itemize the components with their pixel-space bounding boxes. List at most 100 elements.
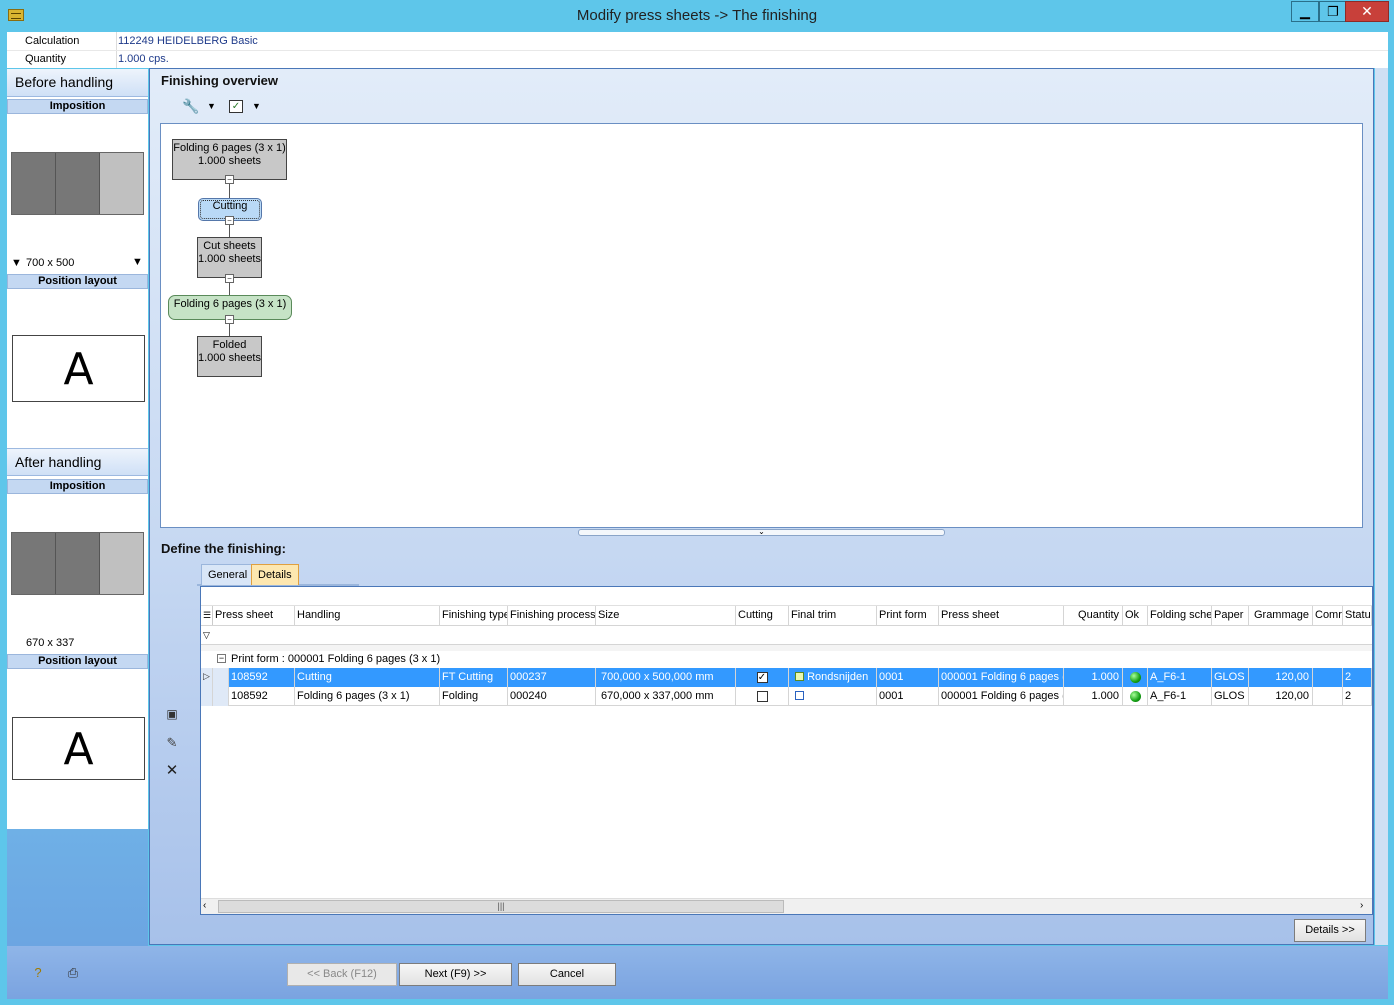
cell-handling[interactable]: Cutting <box>295 668 440 687</box>
col-header-cutting[interactable]: Cutting <box>736 606 789 625</box>
print-icon[interactable]: ⎙ <box>64 966 82 980</box>
chevron-down-icon[interactable]: ▼ <box>11 257 22 269</box>
cell-finishing-process[interactable]: 000237 <box>508 668 596 687</box>
col-header-grammage[interactable]: Grammage <box>1249 606 1313 625</box>
column-chooser-icon[interactable]: ☰ <box>201 606 213 625</box>
help-icon[interactable]: ? <box>30 966 46 980</box>
cell-finishing-type[interactable]: Folding <box>440 687 508 706</box>
filter-icon[interactable]: ▽ <box>203 630 210 641</box>
collapse-icon[interactable]: − <box>225 274 234 283</box>
divider <box>7 50 1388 51</box>
col-header-folding-scheme[interactable]: Folding scheme <box>1148 606 1212 625</box>
chevron-down-icon[interactable]: ▼ <box>207 101 216 111</box>
details-button[interactable]: Details >> <box>1294 919 1366 942</box>
col-header-comr[interactable]: Comr <box>1313 606 1343 625</box>
cell-cutting[interactable] <box>736 687 789 706</box>
calculation-label: Calculation <box>25 35 80 47</box>
horizontal-scrollbar[interactable]: ‹ ||| › <box>201 898 1372 914</box>
cell-size[interactable]: 670,000 x 337,000 mm <box>596 687 736 706</box>
cutting-checkbox[interactable]: ✓ <box>756 671 768 683</box>
chevron-down-icon[interactable]: ▼ <box>252 101 261 111</box>
col-header-ok[interactable]: Ok <box>1123 606 1148 625</box>
col-header-paper[interactable]: Paper <box>1212 606 1249 625</box>
diagram-node-input[interactable]: Folding 6 pages (3 x 1) 1.000 sheets <box>172 139 287 180</box>
cell-ok[interactable] <box>1123 668 1148 687</box>
cell-press-sheet[interactable]: 108592 <box>229 668 295 687</box>
status-ok-icon <box>1129 671 1141 683</box>
col-header-press-sheet-2[interactable]: Press sheet <box>939 606 1064 625</box>
row-indent <box>213 687 229 706</box>
cell-press-sheet-2[interactable]: 000001 Folding 6 pages (3 x 1) <box>939 668 1064 687</box>
back-button[interactable]: << Back (F12) <box>287 963 397 986</box>
next-button[interactable]: Next (F9) >> <box>399 963 512 986</box>
eraser-icon[interactable]: ✎ <box>164 736 180 750</box>
save-icon[interactable]: ▣ <box>164 707 180 721</box>
cell-folding-scheme[interactable]: A_F6-1 <box>1148 668 1212 687</box>
table-row[interactable]: 108592 Folding 6 pages (3 x 1) Folding 0… <box>201 687 1372 706</box>
cutting-checkbox[interactable] <box>756 690 768 702</box>
delete-icon[interactable]: ✕ <box>164 763 180 778</box>
table-row[interactable]: ▷ 108592 Cutting FT Cutting 000237 700,0… <box>201 668 1372 687</box>
calculation-value: 112249 HEIDELBERG Basic <box>118 35 258 47</box>
cell-grammage[interactable]: 120,00 <box>1249 668 1313 687</box>
cell-grammage[interactable]: 120,00 <box>1249 687 1313 706</box>
tools-icon[interactable]: 🔧 <box>182 99 200 113</box>
col-header-press-sheet[interactable]: Press sheet <box>213 606 295 625</box>
col-header-finishing-type[interactable]: Finishing type <box>440 606 508 625</box>
cell-final-trim[interactable] <box>789 687 877 706</box>
cell-print-form[interactable]: 0001 <box>877 668 939 687</box>
checklist-icon[interactable]: ✓ <box>229 100 243 113</box>
cell-final-trim[interactable]: Rondsnijden <box>789 668 877 687</box>
filter-row[interactable] <box>201 625 1372 645</box>
final-trim-checkbox[interactable] <box>795 672 804 682</box>
cancel-button[interactable]: Cancel <box>518 963 616 986</box>
collapse-icon[interactable]: − <box>225 175 234 184</box>
col-header-handling[interactable]: Handling <box>295 606 440 625</box>
cell-comr[interactable] <box>1313 668 1343 687</box>
cell-comr[interactable] <box>1313 687 1343 706</box>
cell-paper[interactable]: GLOS <box>1212 687 1249 706</box>
cell-quantity[interactable]: 1.000 <box>1064 668 1123 687</box>
collapse-icon[interactable]: − <box>225 216 234 225</box>
scrollbar-thumb[interactable]: ||| <box>218 900 784 913</box>
cell-press-sheet-2[interactable]: 000001 Folding 6 pages (3 x 1) <box>939 687 1064 706</box>
final-trim-checkbox[interactable] <box>795 691 804 701</box>
scroll-left-icon[interactable]: ‹ <box>203 900 206 911</box>
cell-status[interactable]: 2 <box>1343 668 1372 687</box>
cell-print-form[interactable]: 0001 <box>877 687 939 706</box>
status-ok-icon <box>1129 690 1141 702</box>
close-button[interactable]: ✕ <box>1345 1 1389 22</box>
scroll-right-icon[interactable]: › <box>1360 900 1363 911</box>
cell-ok[interactable] <box>1123 687 1148 706</box>
col-header-print-form[interactable]: Print form <box>877 606 939 625</box>
collapse-icon[interactable]: − <box>217 654 226 663</box>
tab-general[interactable]: General <box>201 564 255 585</box>
cell-paper[interactable]: GLOS <box>1212 668 1249 687</box>
cell-finishing-process[interactable]: 000240 <box>508 687 596 706</box>
cell-finishing-type[interactable]: FT Cutting <box>440 668 508 687</box>
imposition-preview <box>11 532 144 595</box>
diagram-node-folded[interactable]: Folded 1.000 sheets <box>197 336 262 377</box>
col-header-size[interactable]: Size <box>596 606 736 625</box>
maximize-button[interactable]: ❐ <box>1319 1 1347 22</box>
collapse-icon[interactable]: − <box>225 315 234 324</box>
cell-status[interactable]: 2 <box>1343 687 1372 706</box>
diagram-node-cut-sheets[interactable]: Cut sheets 1.000 sheets <box>197 237 262 278</box>
cell-folding-scheme[interactable]: A_F6-1 <box>1148 687 1212 706</box>
col-header-status[interactable]: Status <box>1343 606 1372 625</box>
cell-size[interactable]: 700,000 x 500,000 mm <box>596 668 736 687</box>
node-label: Cut sheets <box>203 240 256 252</box>
chevron-down-icon[interactable]: ▼ <box>132 256 143 268</box>
col-header-finishing-process[interactable]: Finishing process <box>508 606 596 625</box>
splitter-handle[interactable]: ⌄ <box>578 528 945 536</box>
cell-handling[interactable]: Folding 6 pages (3 x 1) <box>295 687 440 706</box>
tab-details[interactable]: Details <box>251 564 299 585</box>
finishing-overview-title: Finishing overview <box>161 73 279 88</box>
group-spacer <box>201 645 1372 651</box>
col-header-final-trim[interactable]: Final trim <box>789 606 877 625</box>
cell-quantity[interactable]: 1.000 <box>1064 687 1123 706</box>
minimize-button[interactable]: ▁ <box>1291 1 1319 22</box>
col-header-quantity[interactable]: Quantity <box>1064 606 1123 625</box>
cell-cutting[interactable]: ✓ <box>736 668 789 687</box>
cell-press-sheet[interactable]: 108592 <box>229 687 295 706</box>
